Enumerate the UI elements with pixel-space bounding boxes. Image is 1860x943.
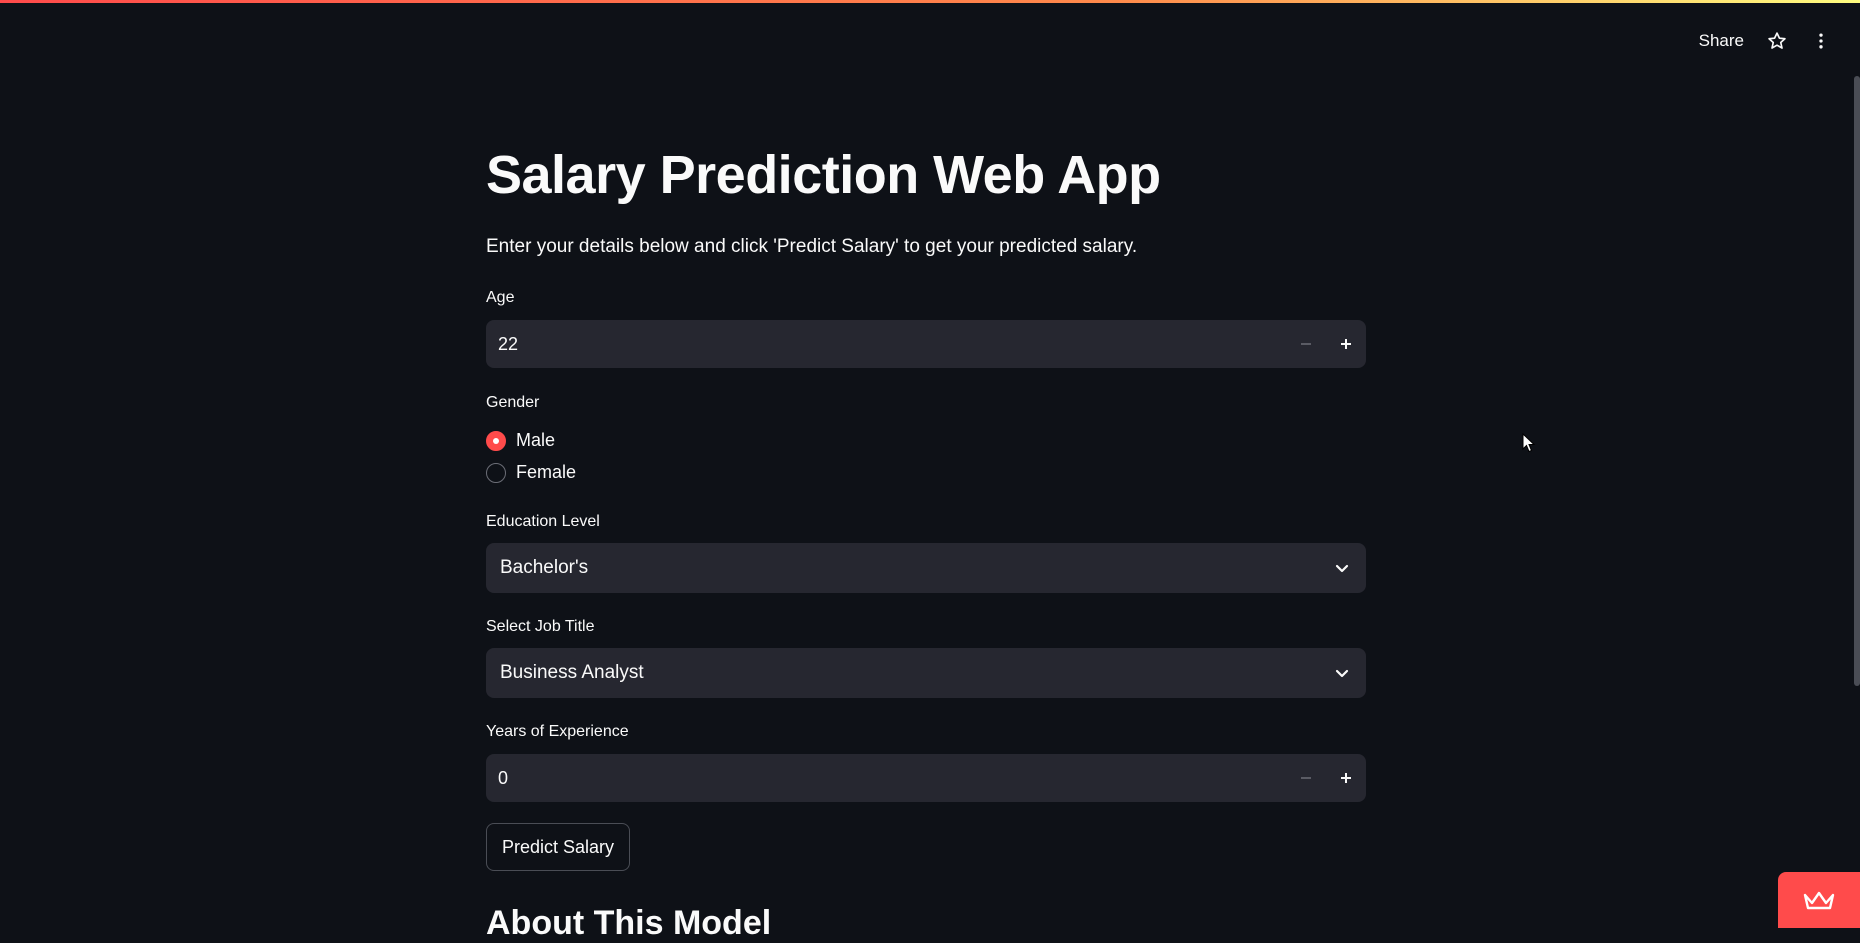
streamlit-badge[interactable] [1778,872,1860,928]
age-input[interactable]: 22 [486,320,1366,368]
chevron-down-icon [1318,665,1366,681]
age-value[interactable]: 22 [486,334,1286,355]
minus-icon [1300,338,1312,350]
share-button[interactable]: Share [1699,31,1744,51]
job-title-selected-value: Business Analyst [486,662,644,684]
minus-icon [1300,772,1312,784]
about-heading: About This Model [486,904,771,943]
education-selected-value: Bachelor's [486,557,588,579]
education-label: Education Level [486,513,600,531]
experience-value[interactable]: 0 [486,768,1286,789]
kebab-menu-icon[interactable] [1810,30,1832,52]
gender-option-female[interactable]: Female [486,462,576,483]
education-select[interactable]: Bachelor's [486,543,1366,593]
age-decrement-button[interactable] [1286,320,1326,368]
app-toolbar: Share [1699,30,1832,52]
mouse-cursor-icon [1522,433,1536,458]
page-scrollbar[interactable] [1854,76,1860,686]
radio-checked-icon[interactable] [486,431,506,451]
plus-icon [1340,772,1352,784]
job-title-select[interactable]: Business Analyst [486,648,1366,698]
page-subtitle: Enter your details below and click 'Pred… [486,236,1137,258]
experience-decrement-button[interactable] [1286,754,1326,802]
experience-increment-button[interactable] [1326,754,1366,802]
top-decoration-bar [0,0,1860,3]
plus-icon [1340,338,1352,350]
experience-input[interactable]: 0 [486,754,1366,802]
gender-option-label: Female [516,462,576,483]
gender-option-label: Male [516,430,555,451]
age-label: Age [486,289,514,307]
chevron-down-icon [1318,560,1366,576]
gender-option-male[interactable]: Male [486,430,555,451]
crown-icon [1802,889,1836,911]
star-icon[interactable] [1766,30,1788,52]
experience-label: Years of Experience [486,723,629,741]
predict-salary-button[interactable]: Predict Salary [486,823,630,871]
age-increment-button[interactable] [1326,320,1366,368]
gender-label: Gender [486,394,539,412]
page-title: Salary Prediction Web App [486,144,1161,206]
job-title-label: Select Job Title [486,618,595,636]
radio-unchecked-icon[interactable] [486,463,506,483]
